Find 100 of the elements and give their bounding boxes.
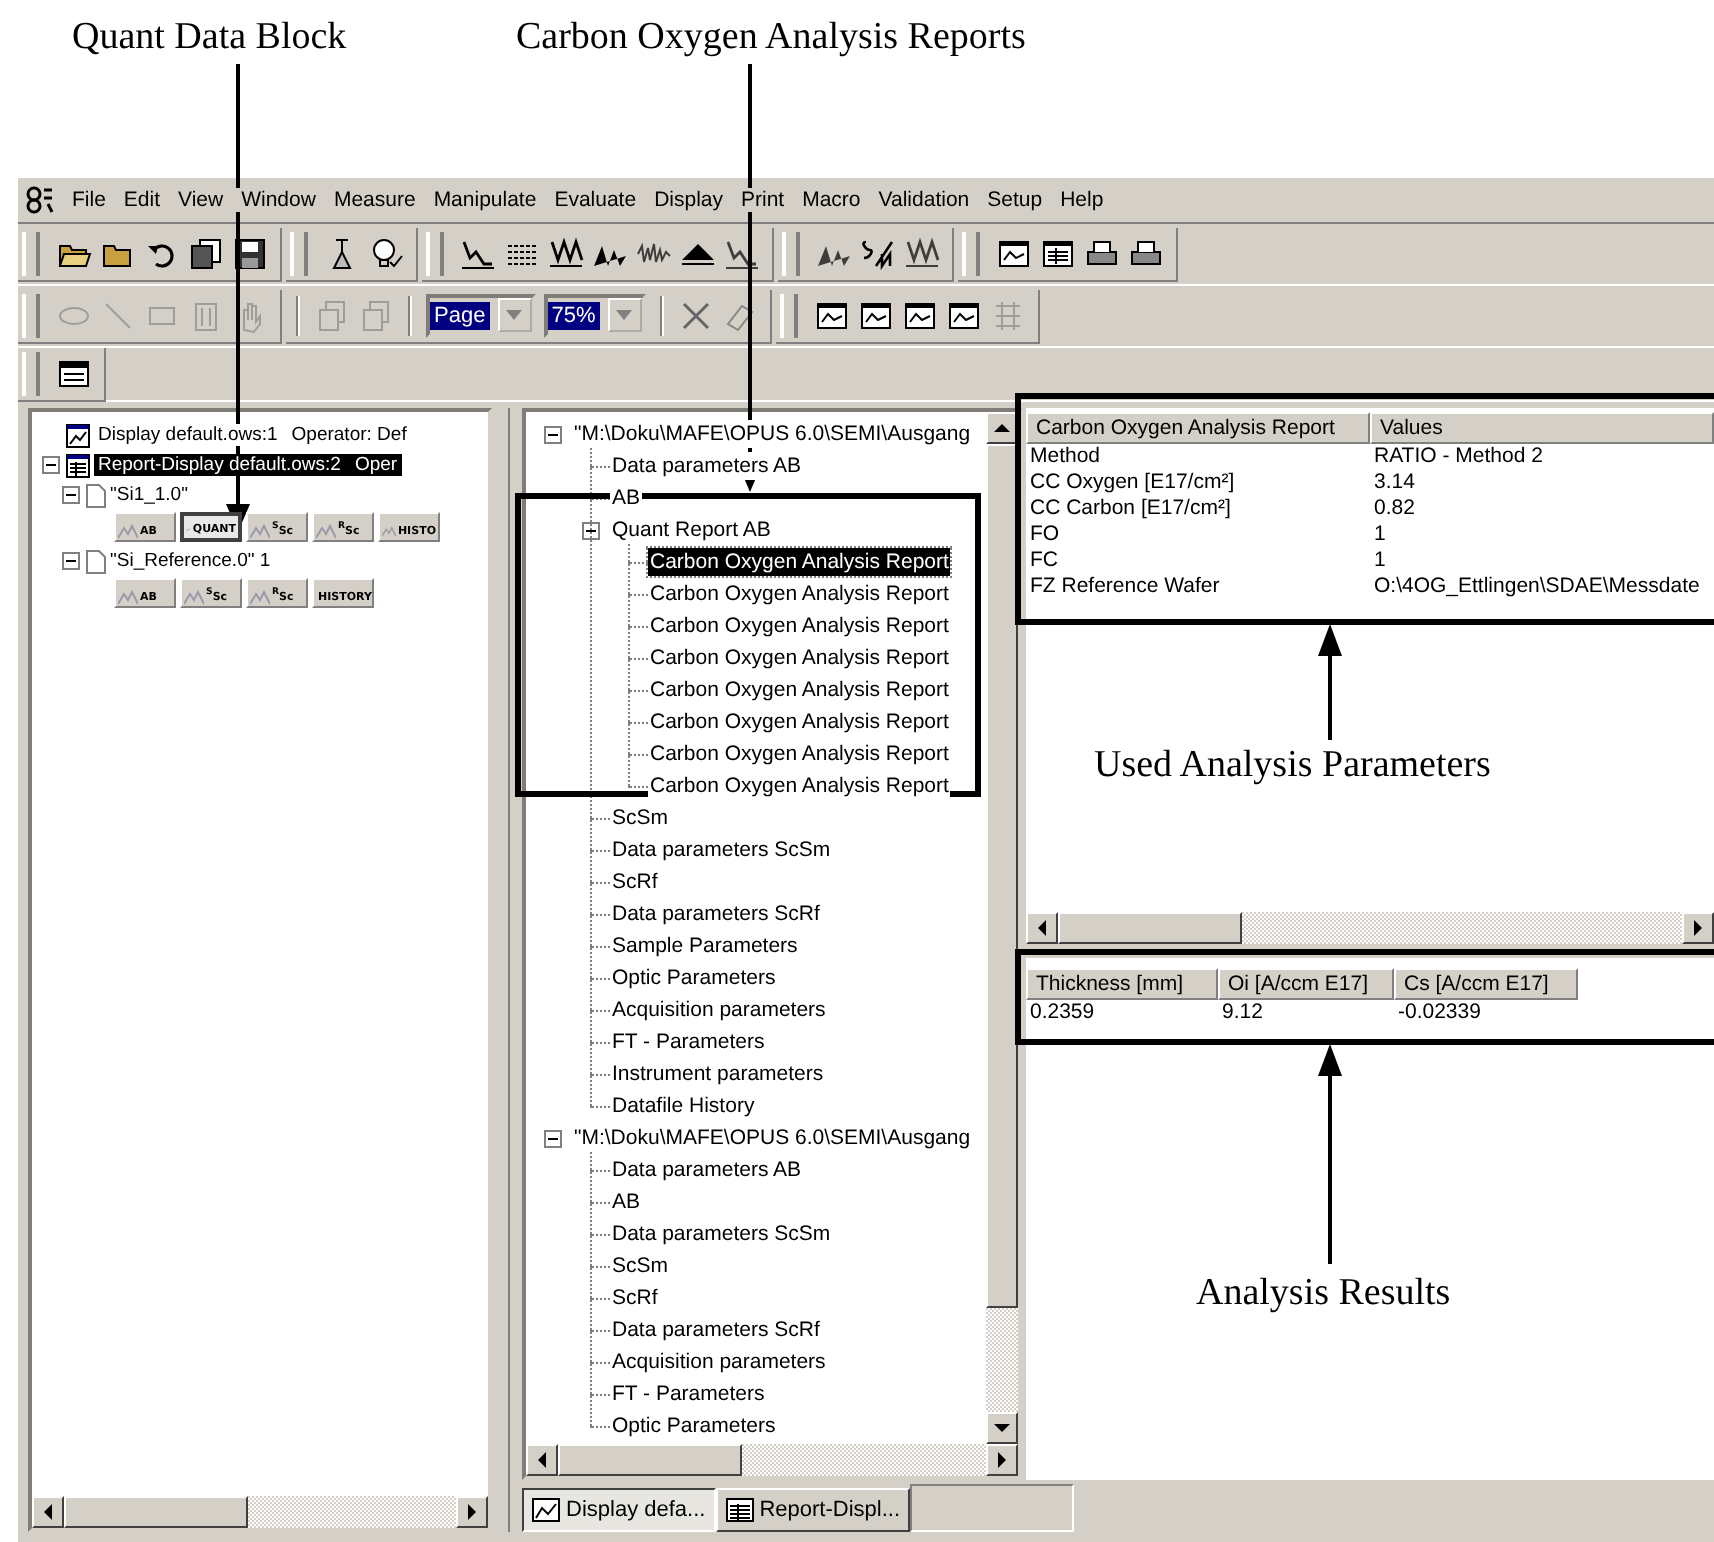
collapse-toggle[interactable] xyxy=(42,456,60,474)
file-icon xyxy=(86,549,106,573)
horizontal-scrollbar[interactable] xyxy=(32,1496,488,1528)
callout-label: Quant Data Block xyxy=(72,16,347,60)
tree-item[interactable]: Carbon Oxygen Analysis Report xyxy=(648,644,951,672)
spectrum-icon xyxy=(118,524,138,540)
column-header[interactable]: Thickness [mm] xyxy=(1026,968,1218,1000)
collapse-toggle[interactable] xyxy=(62,552,80,570)
table-cell-text: 0.2359 xyxy=(1028,1000,1097,1026)
callout-label: Used Analysis Parameters xyxy=(1094,744,1491,788)
scroll-thumb[interactable] xyxy=(1058,912,1242,944)
app-icon[interactable] xyxy=(24,184,56,216)
tree-item[interactable]: Data parameters ScSm xyxy=(610,836,833,864)
callout-label: Analysis Results xyxy=(1196,1272,1451,1316)
toolbar-handle[interactable] xyxy=(782,231,800,275)
column-header[interactable]: Oi [A/ccm E17] xyxy=(1218,968,1394,1000)
tree-item[interactable]: Data parameters AB xyxy=(610,452,804,480)
collapse-toggle[interactable] xyxy=(544,1129,562,1147)
tree-item[interactable]: "Si_Reference.0" 1 xyxy=(110,550,271,572)
bulb-icon[interactable] xyxy=(368,235,404,271)
tree-item[interactable]: Data parameters ScRf xyxy=(610,1316,822,1344)
collapse-toggle[interactable] xyxy=(62,486,80,504)
dropdown-arrow-icon[interactable] xyxy=(506,310,523,320)
report-icon[interactable] xyxy=(56,355,92,391)
spectrum-icon xyxy=(186,522,191,538)
toolbar-handle[interactable] xyxy=(22,293,40,337)
layout-dropdown[interactable]: Page xyxy=(426,293,536,337)
column-header[interactable]: Values xyxy=(1370,412,1714,444)
column-header[interactable]: Cs [A/ccm E17] xyxy=(1394,968,1578,1000)
window-tab[interactable]: Report-Displ... xyxy=(715,1488,910,1532)
copy-pages-icon[interactable] xyxy=(188,235,224,271)
scroll-right-button[interactable] xyxy=(456,1496,488,1528)
collapse-toggle[interactable] xyxy=(544,425,562,443)
table-cell-text: Method xyxy=(1028,444,1103,470)
peaks-icon[interactable] xyxy=(904,235,940,271)
collapse-toggle[interactable] xyxy=(582,521,600,539)
table-icon[interactable] xyxy=(1040,235,1076,271)
toolbar-handle[interactable] xyxy=(290,231,308,275)
tree-item[interactable]: Carbon Oxygen Analysis Report xyxy=(648,612,951,640)
tree-item[interactable]: Data parameters ScSm xyxy=(610,1220,833,1248)
tree-item[interactable]: "M:\Doku\MAFE\OPUS 6.0\SEMI\Ausgang xyxy=(572,1124,973,1152)
tree-item[interactable]: Sample Parameters xyxy=(610,932,800,960)
caret-left-icon xyxy=(40,1504,56,1520)
dropdown-arrow-icon[interactable] xyxy=(616,310,633,320)
tree-item[interactable]: Carbon Oxygen Analysis Report xyxy=(648,772,951,800)
table-cell-text: FO xyxy=(1028,522,1062,548)
tree-item[interactable]: Carbon Oxygen Analysis Report xyxy=(648,580,951,608)
tree-item[interactable]: "M:\Doku\MAFE\OPUS 6.0\SEMI\Ausgang xyxy=(572,420,973,448)
toolbar-handle[interactable] xyxy=(22,351,40,395)
window-icon[interactable] xyxy=(901,297,938,333)
scroll-left-button[interactable] xyxy=(526,1444,558,1476)
table-cell-text: RATIO - Method 2 xyxy=(1372,444,1545,470)
signal-noise-icon[interactable] xyxy=(860,235,896,271)
printer-icon[interactable] xyxy=(1128,235,1164,271)
tree-item[interactable]: Optic Parameters xyxy=(610,1412,778,1440)
tree-item[interactable]: Data parameters ScRf xyxy=(610,900,822,928)
tree-item[interactable]: Quant Report AB xyxy=(610,516,773,544)
scroll-down-button[interactable] xyxy=(986,1412,1018,1444)
spectrum-icon xyxy=(382,524,396,540)
horizontal-scrollbar[interactable] xyxy=(526,1444,1018,1476)
printer-icon[interactable] xyxy=(1084,235,1120,271)
window-icon[interactable] xyxy=(857,297,894,333)
vertical-scrollbar[interactable] xyxy=(986,412,1018,1444)
tree-item[interactable]: Data parameters AB xyxy=(610,1156,804,1184)
scroll-right-button[interactable] xyxy=(986,1444,1018,1476)
scroll-right-button[interactable] xyxy=(1682,912,1714,944)
scroll-thumb[interactable] xyxy=(558,1444,742,1476)
horizontal-scrollbar[interactable] xyxy=(1026,912,1714,944)
caret-left-icon xyxy=(534,1452,550,1468)
scroll-thumb[interactable] xyxy=(64,1496,248,1528)
tree-item[interactable]: "Si1_1.0" xyxy=(110,484,188,506)
tree-item[interactable]: Optic Parameters xyxy=(610,964,778,992)
chart-window-icon[interactable] xyxy=(996,235,1032,271)
toolbar-handle[interactable] xyxy=(779,293,798,337)
toolbar-handle[interactable] xyxy=(22,231,40,275)
spectrum-icon xyxy=(250,524,270,540)
tree-item[interactable]: Carbon Oxygen Analysis Report xyxy=(648,548,951,576)
tree-item[interactable]: Carbon Oxygen Analysis Report xyxy=(648,676,951,704)
scroll-left-button[interactable] xyxy=(32,1496,64,1528)
tree-item[interactable]: Acquisition parameters xyxy=(610,1348,828,1376)
file-icon xyxy=(86,483,106,507)
window-tab[interactable]: Display defa... xyxy=(522,1488,716,1532)
window-icon[interactable] xyxy=(813,297,850,333)
tree-item[interactable]: Datafile History xyxy=(610,1092,757,1120)
scroll-left-button[interactable] xyxy=(1026,912,1058,944)
tree-item[interactable]: Instrument parameters xyxy=(610,1060,826,1088)
scroll-up-button[interactable] xyxy=(986,412,1018,444)
tree-item[interactable]: Carbon Oxygen Analysis Report xyxy=(648,740,951,768)
peaks-icon[interactable] xyxy=(548,235,584,271)
column-header[interactable]: Carbon Oxygen Analysis Report xyxy=(1026,412,1370,444)
scroll-thumb[interactable] xyxy=(986,444,1018,1308)
toolbar-handle[interactable] xyxy=(962,231,980,275)
zoom-dropdown[interactable]: 75% xyxy=(543,293,646,337)
tree-item[interactable]: Carbon Oxygen Analysis Report xyxy=(648,708,951,736)
window-icon[interactable] xyxy=(945,297,982,333)
tree-item[interactable]: Display default.ows:1 xyxy=(98,424,278,446)
toolbar-handle[interactable] xyxy=(426,231,444,275)
tree-item[interactable]: Acquisition parameters xyxy=(610,996,828,1024)
tree-item[interactable]: Report-Display default.ows:2 xyxy=(98,454,341,476)
close-icon[interactable] xyxy=(677,297,714,333)
